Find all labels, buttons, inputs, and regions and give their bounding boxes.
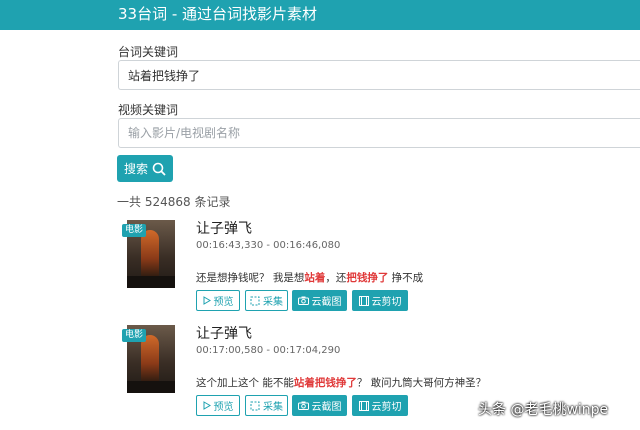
collect-label: 采集 <box>263 402 283 413</box>
timecode: 00:16:43,330 - 00:16:46,080 <box>196 240 341 251</box>
search-icon <box>152 162 166 176</box>
watermark-text: 头条 @老毛桃winpe <box>478 402 609 418</box>
poster-figure <box>141 335 159 383</box>
play-icon <box>203 401 211 410</box>
header-bar: 33台词 - 通过台词找影片素材 <box>0 0 640 30</box>
cloud-screenshot-button[interactable]: 云截图 <box>292 290 347 311</box>
subtitle-text: ，还 <box>325 272 347 284</box>
video-keyword-input[interactable] <box>118 118 640 148</box>
poster-ground <box>127 276 175 288</box>
video-keyword-label: 视频关键词 <box>118 103 179 117</box>
preview-label: 预览 <box>213 297 234 308</box>
cloud-clip-button[interactable]: 云剪切 <box>352 395 408 416</box>
collect-icon <box>250 296 260 306</box>
line-keyword-input[interactable] <box>118 60 640 90</box>
cloud-clip-label: 云剪切 <box>371 297 402 308</box>
subtitle-text: 还是想挣钱呢？ 我是想 <box>196 272 305 284</box>
camera-icon <box>297 401 309 410</box>
collect-button[interactable]: 采集 <box>245 395 288 416</box>
cloud-clip-label: 云剪切 <box>371 402 402 413</box>
play-icon <box>203 296 211 305</box>
subtitle-line: 还是想挣钱呢？ 我是想站着，还把钱挣了 挣不成 <box>196 270 423 285</box>
result-count: 一共 524868 条记录 <box>117 195 231 209</box>
cloud-clip-button[interactable]: 云剪切 <box>352 290 408 311</box>
subtitle-text: 挣不成 <box>388 272 424 284</box>
subtitle-highlight: 站着把钱挣了 <box>293 377 357 389</box>
collect-button[interactable]: 采集 <box>245 290 288 311</box>
collect-label: 采集 <box>263 297 283 308</box>
subtitle-line: 这个加上这个 能不能站着把钱挣了？ 敢问九筒大哥何方神圣？ <box>196 375 486 390</box>
film-icon <box>358 295 369 306</box>
collect-icon <box>250 401 260 411</box>
site-title[interactable]: 33台词 - 通过台词找影片素材 <box>118 3 317 24</box>
camera-icon <box>297 296 309 305</box>
film-icon <box>358 400 369 411</box>
poster-ground <box>127 381 175 393</box>
cloud-screenshot-label: 云截图 <box>311 297 342 308</box>
subtitle-text: 这个加上这个 能不能 <box>196 377 294 389</box>
search-button[interactable]: 搜索 <box>117 155 173 182</box>
search-button-label: 搜索 <box>123 162 148 176</box>
timecode: 00:17:00,580 - 00:17:04,290 <box>196 345 341 356</box>
preview-button[interactable]: 预览 <box>196 290 240 311</box>
category-badge: 电影 <box>122 329 147 342</box>
subtitle-text: ？ 敢问九筒大哥何方神圣？ <box>356 377 487 389</box>
category-badge: 电影 <box>122 224 147 237</box>
line-keyword-label: 台词关键词 <box>118 45 179 59</box>
cloud-screenshot-label: 云截图 <box>311 402 342 413</box>
poster-figure <box>141 230 159 278</box>
result-item: 电影 让子弹飞 00:16:43,330 - 00:16:46,080 还是想挣… <box>0 218 640 318</box>
movie-title[interactable]: 让子弹飞 <box>196 323 252 343</box>
subtitle-highlight: 把钱挣了 <box>346 272 389 284</box>
cloud-screenshot-button[interactable]: 云截图 <box>292 395 347 416</box>
preview-label: 预览 <box>213 402 234 413</box>
subtitle-highlight: 站着 <box>304 272 326 284</box>
preview-button[interactable]: 预览 <box>196 395 240 416</box>
movie-title[interactable]: 让子弹飞 <box>196 218 252 238</box>
